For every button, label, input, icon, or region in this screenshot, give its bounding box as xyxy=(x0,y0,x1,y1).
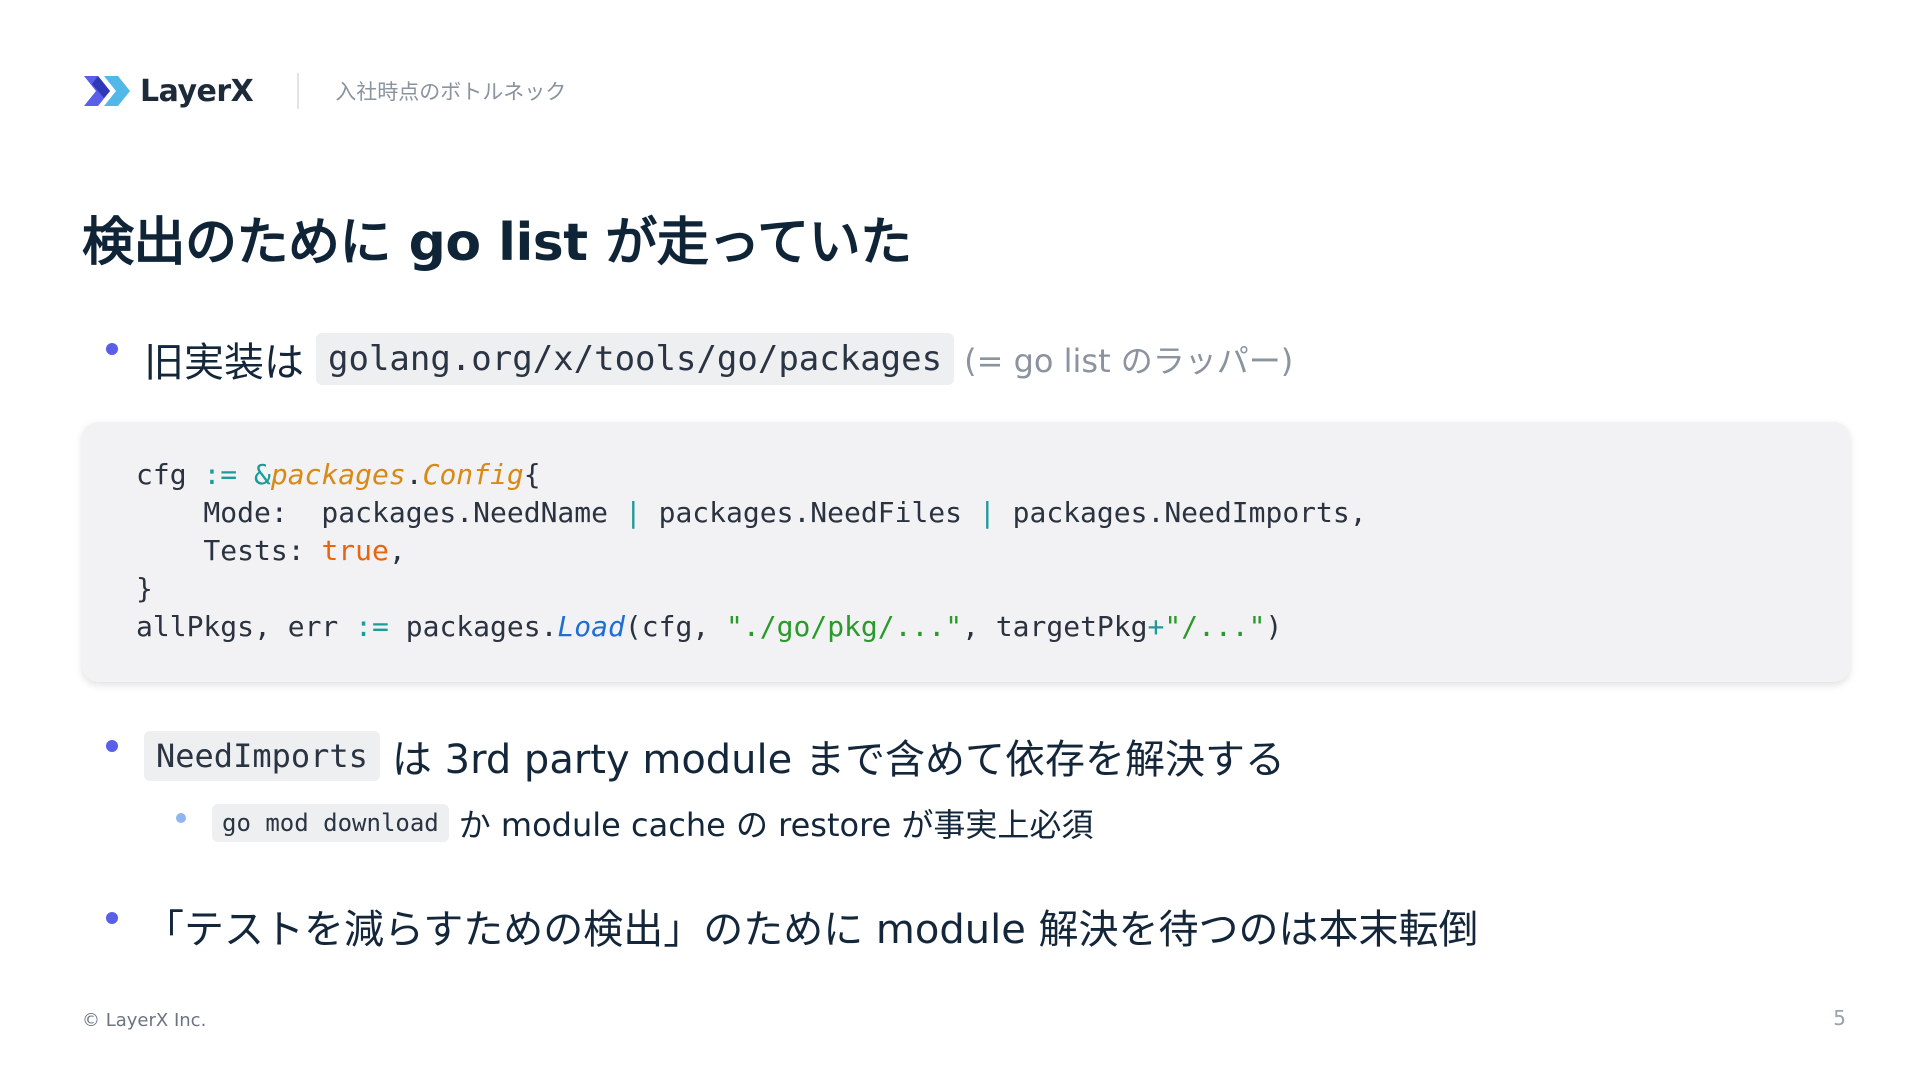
bullet-need-imports: NeedImports は 3rd party module まで含めて依存を解… xyxy=(144,727,1285,785)
layerx-logo: LayerX xyxy=(84,72,254,110)
slide-header: LayerX 入社時点のボトルネック xyxy=(84,66,566,116)
sub-bullet-text: か module cache の restore が事実上必須 xyxy=(458,806,1094,844)
bullet-old-implementation: 旧実装は golang.org/x/tools/go/packages (= g… xyxy=(144,330,1293,388)
slide-title: 検出のために go list が走っていた xyxy=(82,213,912,273)
bullet1-suffix: (= go list のラッパー) xyxy=(964,342,1294,380)
bullet2-text: は 3rd party module まで含めて依存を解決する xyxy=(391,737,1285,783)
section-title: 入社時点のボトルネック xyxy=(335,80,567,104)
bullet-dot xyxy=(106,740,118,752)
code-line-5: allPkgs, err := packages.Load(cfg, "./go… xyxy=(136,610,1283,643)
page-number: 5 xyxy=(1833,1006,1846,1030)
sub-bullet-dot xyxy=(176,813,186,823)
bullet-conclusion: 「テストを減らすための検出」のために module 解決を待つのは本末転倒 xyxy=(144,897,1479,955)
sub-bullet-code: go mod download xyxy=(212,804,449,842)
bullet1-prefix: 旧実装は xyxy=(144,340,304,386)
bullet-dot xyxy=(106,343,118,355)
bullet3-text: 「テストを減らすための検出」のために module 解決を待つのは本末転倒 xyxy=(144,907,1479,953)
code-line-1: cfg := &packages.Config{ xyxy=(136,458,541,491)
copyright: © LayerX Inc. xyxy=(82,1010,207,1031)
sub-bullet-go-mod-download: go mod download か module cache の restore… xyxy=(212,800,1093,846)
code-line-3: Tests: true, xyxy=(136,534,406,567)
bullet2-code: NeedImports xyxy=(144,731,380,781)
code-line-2: Mode: packages.NeedName | packages.NeedF… xyxy=(136,496,1367,529)
code-block: cfg := &packages.Config{ Mode: packages.… xyxy=(82,422,1850,682)
bullet-dot xyxy=(106,912,118,924)
header-divider xyxy=(297,73,300,109)
code-line-4: } xyxy=(136,572,153,605)
bullet1-code: golang.org/x/tools/go/packages xyxy=(316,333,955,385)
layerx-logo-icon xyxy=(84,76,130,106)
logo-text: LayerX xyxy=(140,73,254,109)
code-content: cfg := &packages.Config{ Mode: packages.… xyxy=(136,456,1796,646)
